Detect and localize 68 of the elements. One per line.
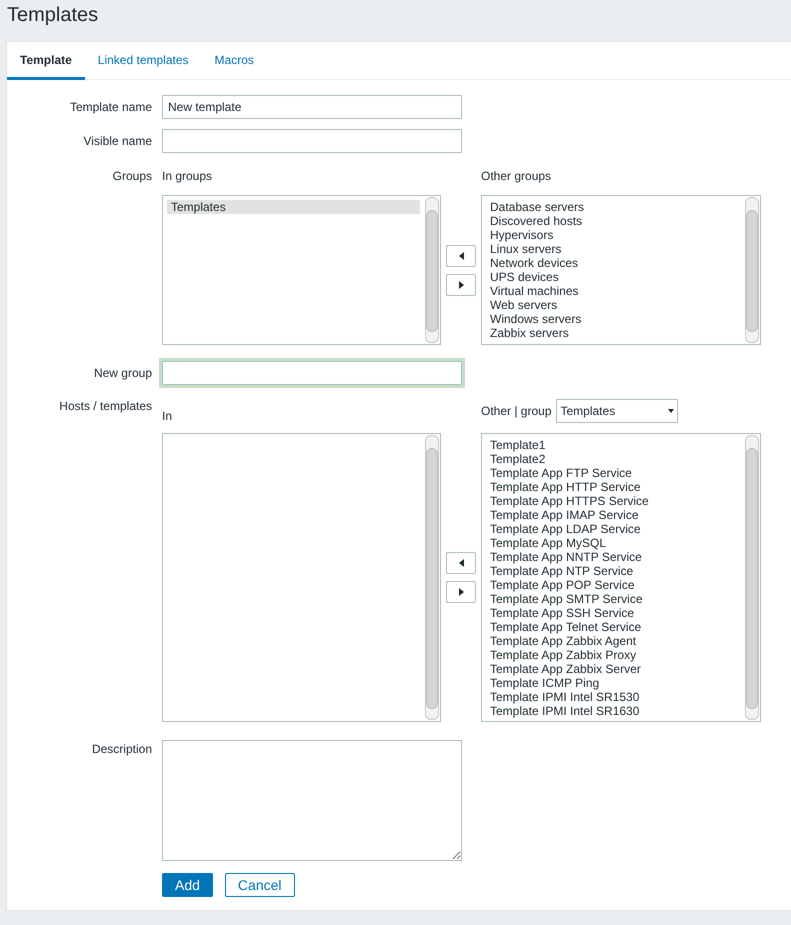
list-option[interactable]: Template App Zabbix Server [486,662,740,676]
list-option[interactable]: Windows servers [486,312,740,326]
list-option[interactable]: Template App LDAP Service [486,522,740,536]
right-triangle-icon [458,280,464,288]
list-option[interactable]: Template App FTP Service [486,466,740,480]
scrollbar[interactable] [745,435,759,720]
list-option[interactable]: Template ICMP Ping [486,676,740,690]
move-left-button[interactable] [446,552,476,574]
tab[interactable]: Macros [202,42,267,80]
list-option[interactable]: Template App SSH Service [486,606,740,620]
list-option[interactable]: Template App POP Service [486,578,740,592]
list-option[interactable]: Database servers [486,200,740,214]
list-option[interactable]: Template IPMI Intel SR1630 [486,704,740,718]
field-label: Groups [112,169,152,185]
list-option[interactable]: Web servers [486,298,740,312]
list-option[interactable]: Template2 [486,452,740,466]
scrollbar[interactable] [745,197,759,343]
right-triangle-icon [458,588,464,596]
scrollbar[interactable] [425,197,439,343]
list-option[interactable]: Template App Zabbix Agent [486,634,740,648]
move-left-button[interactable] [446,244,476,266]
move-right-button[interactable] [446,581,476,603]
list-heading: Other groups [481,169,552,185]
list-option[interactable]: Template App NTP Service [486,564,740,578]
list-box[interactable] [481,433,761,722]
page-title: Templates [6,3,100,28]
field-label: Description [90,741,152,758]
list-option[interactable]: Network devices [486,256,740,270]
field-label: Visible name [82,133,152,150]
list-option[interactable]: Hypervisors [486,228,740,242]
template-name-field[interactable]: New template [162,95,462,119]
new-group-field[interactable] [162,361,462,385]
list-option[interactable]: Virtual machines [486,284,740,298]
list-option[interactable]: UPS devices [486,270,740,284]
list-option[interactable]: Template App SMTP Service [486,592,740,606]
list-option[interactable]: Linux servers [486,242,740,256]
list-heading: In [162,409,174,423]
list-box[interactable]: Templates [162,195,441,345]
move-right-button[interactable] [446,274,476,296]
list-option[interactable]: Template App Telnet Service [486,620,740,634]
list-option[interactable]: Template App HTTPS Service [486,494,740,508]
list-option[interactable]: Template App NNTP Service [486,550,740,564]
field-label: Template name [68,99,152,116]
visible-name-field[interactable] [162,129,462,153]
left-triangle-icon [458,252,464,260]
list-heading: Other | group [481,403,552,418]
tab[interactable]: Linked templates [84,42,202,80]
list-option[interactable]: Templates [167,200,420,214]
add-button[interactable]: Add [162,873,213,897]
field-label: Hosts / templates [58,399,152,415]
list-heading: In groups [162,169,214,185]
list-box[interactable]: Database servers Discovered hosts Hypervisors Linux servers Network devices UPS devices Virtual machines Web servers Windows servers Zabbix servers [481,195,761,345]
list-option[interactable]: Template1 [486,438,740,452]
cancel-button[interactable]: Cancel [224,873,295,897]
list-option[interactable]: Template App HTTP Service [486,480,740,494]
list-option[interactable]: Template App MySQL [486,536,740,550]
tab[interactable]: Template [7,42,85,80]
list-option[interactable]: Discovered hosts [486,214,740,228]
group-dropdown[interactable]: Templates [556,399,678,423]
list-option[interactable]: Template App IMAP Service [486,508,740,522]
scrollbar[interactable] [425,435,439,720]
list-option[interactable]: Template IPMI Intel SR1530 [486,690,740,704]
left-triangle-icon [458,559,464,567]
caret-icon [668,409,674,413]
list-option[interactable]: Zabbix servers [486,326,740,340]
field-label: New group [92,365,152,382]
list-option[interactable]: Template App Zabbix Proxy [486,648,740,662]
description-field[interactable] [162,740,462,861]
